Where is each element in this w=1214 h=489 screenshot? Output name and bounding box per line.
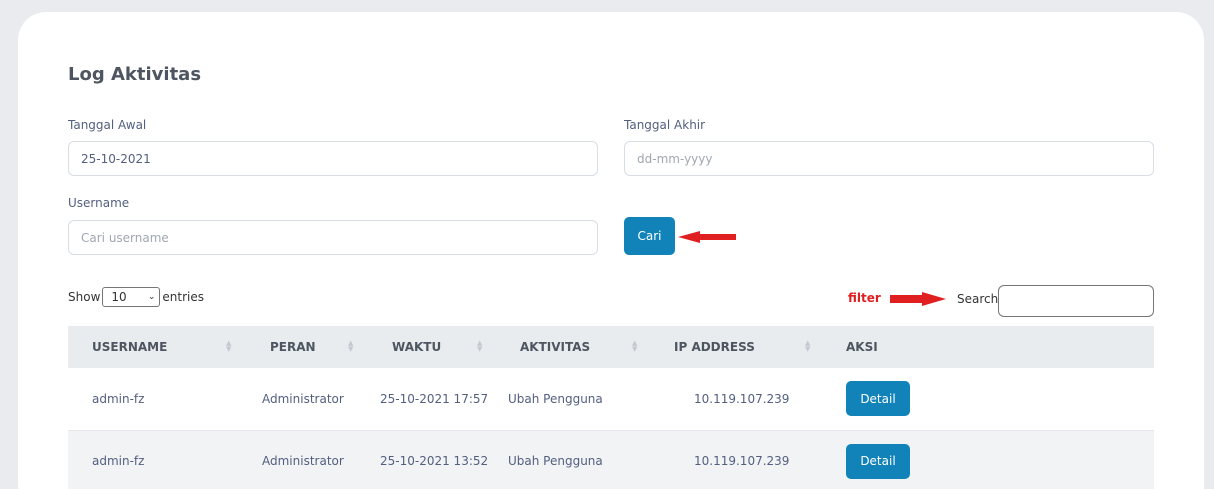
- sort-arrows-icon: ▲ ▼: [805, 339, 811, 353]
- username-input[interactable]: [68, 220, 598, 255]
- cell-activity: Ubah Pengguna: [508, 454, 603, 468]
- entries-label: entries: [162, 290, 204, 304]
- cell-role: Administrator: [262, 391, 344, 406]
- page-title: Log Aktivitas: [68, 64, 202, 85]
- cell-action: Detail: [834, 368, 1154, 430]
- show-label: Show: [68, 290, 101, 304]
- column-header-time[interactable]: WAKTU ▲ ▼: [380, 326, 508, 368]
- cell-time: 25-10-2021 13:52: [380, 454, 489, 468]
- column-header-ip-address[interactable]: IP ADDRESS ▲ ▼: [662, 326, 834, 368]
- cell-role: Administrator: [262, 454, 344, 468]
- sort-arrows-icon: ▲ ▼: [226, 339, 232, 353]
- chevron-down-icon: ⌄: [147, 292, 156, 302]
- detail-button[interactable]: Detail: [846, 443, 910, 479]
- table-header-row: USERNAME ▲ ▼ PERAN ▲ ▼ WAKTU ▲ ▼ AKTIVITAS …: [68, 326, 1154, 368]
- table-row: admin-fz Administrator 25-10-2021 17:57 …: [68, 368, 1154, 430]
- column-header-role[interactable]: PERAN ▲ ▼: [258, 326, 380, 368]
- cell-username: admin-fz: [92, 454, 145, 468]
- sort-arrows-icon: ▲ ▼: [477, 339, 483, 353]
- cell-action: Detail: [834, 430, 1154, 489]
- cell-ip-address: 10.119.107.239: [694, 391, 790, 406]
- red-arrow-icon: [678, 231, 736, 243]
- table-row: admin-fz Administrator 25-10-2021 13:52 …: [68, 430, 1154, 489]
- table-search-input[interactable]: [998, 285, 1154, 317]
- column-header-username[interactable]: USERNAME ▲ ▼: [68, 326, 258, 368]
- activity-log-table: USERNAME ▲ ▼ PERAN ▲ ▼ WAKTU ▲ ▼ AKTIVITAS …: [68, 326, 1154, 489]
- cell-username: admin-fz: [92, 391, 145, 406]
- sort-arrows-icon: ▲ ▼: [632, 339, 638, 353]
- red-arrow-icon: [890, 292, 946, 306]
- column-header-action: AKSI: [846, 340, 878, 354]
- sort-arrows-icon: ▲ ▼: [348, 339, 354, 353]
- entries-control: Show 10 ⌄ entries: [68, 287, 204, 307]
- end-date-label: Tanggal Akhir: [624, 118, 706, 132]
- end-date-input[interactable]: [624, 141, 1154, 176]
- start-date-input[interactable]: [68, 141, 598, 176]
- start-date-label: Tanggal Awal: [68, 118, 147, 132]
- cell-time: 25-10-2021 17:57: [380, 391, 489, 406]
- entries-select[interactable]: 10 ⌄: [102, 287, 161, 307]
- table-search-label: Search:: [957, 292, 1003, 306]
- search-button[interactable]: Cari: [624, 217, 675, 255]
- cell-ip-address: 10.119.107.239: [694, 454, 790, 468]
- username-label: Username: [68, 196, 130, 210]
- detail-button[interactable]: Detail: [846, 381, 910, 417]
- entries-value: 10: [111, 290, 127, 304]
- column-header-activity[interactable]: AKTIVITAS ▲ ▼: [508, 326, 662, 368]
- filter-annotation: filter: [848, 291, 881, 305]
- cell-activity: Ubah Pengguna: [508, 391, 603, 406]
